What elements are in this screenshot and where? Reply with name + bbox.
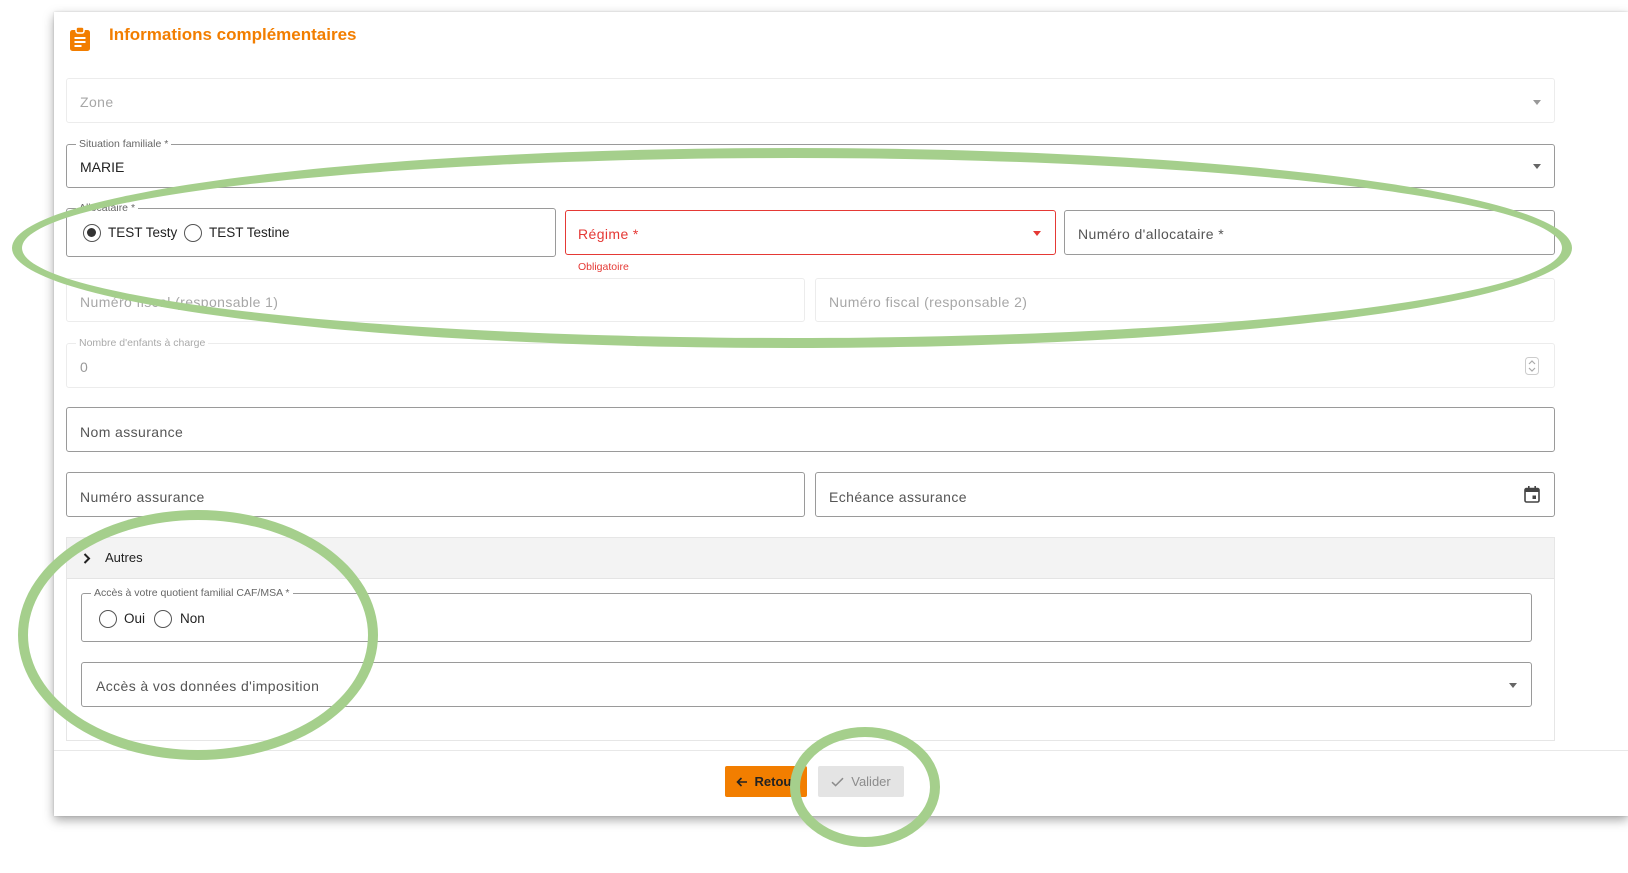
radio-label-non: Non: [180, 611, 205, 626]
numero-assurance-input[interactable]: Numéro assurance: [66, 472, 805, 517]
zone-label: Zone: [80, 94, 114, 110]
radio-label-test-testine: TEST Testine: [209, 225, 290, 240]
situation-familiale-label: Situation familiale *: [76, 137, 172, 151]
numero-allocataire-input[interactable]: Numéro d'allocataire *: [1064, 210, 1555, 255]
radio-oui[interactable]: [99, 610, 117, 628]
retour-label: Retour: [754, 774, 797, 789]
echeance-assurance-label: Echéance assurance: [829, 489, 967, 505]
footer-divider: [54, 750, 1628, 751]
section-title: Informations complémentaires: [109, 25, 357, 44]
nom-assurance-label: Nom assurance: [80, 424, 184, 440]
nom-assurance-input[interactable]: Nom assurance: [66, 407, 1555, 452]
retour-button[interactable]: Retour: [725, 766, 807, 797]
radio-test-testine[interactable]: [184, 224, 202, 242]
radio-non[interactable]: [154, 610, 172, 628]
regime-select[interactable]: Régime *: [565, 210, 1056, 255]
radio-label-test-testy: TEST Testy: [108, 225, 178, 240]
allocataire-radio-group: Allocataire * TEST Testy TEST Testine: [66, 201, 556, 257]
chevron-down-icon: [1533, 164, 1541, 169]
nombre-enfants-input[interactable]: Nombre d'enfants à charge 0: [66, 336, 1555, 388]
numero-fiscal-2-label: Numéro fiscal (responsable 2): [829, 294, 1028, 310]
numero-allocataire-label: Numéro d'allocataire *: [1078, 226, 1225, 242]
donnees-imposition-label: Accès à vos données d'imposition: [96, 678, 320, 694]
numero-fiscal-2-input[interactable]: Numéro fiscal (responsable 2): [815, 278, 1555, 322]
quotient-familial-radio-group: Accès à votre quotient familial CAF/MSA …: [81, 586, 1532, 642]
check-icon: [831, 777, 844, 787]
nombre-enfants-label: Nombre d'enfants à charge: [76, 336, 209, 350]
chevron-down-icon: [1533, 100, 1541, 105]
echeance-assurance-input[interactable]: Echéance assurance: [815, 472, 1555, 517]
arrow-left-icon: [735, 776, 747, 787]
radio-test-testy[interactable]: [83, 224, 101, 242]
autres-title: Autres: [105, 550, 143, 565]
autres-panel: Autres Accès à votre quotient familial C…: [66, 537, 1555, 741]
numero-assurance-label: Numéro assurance: [80, 489, 205, 505]
valider-button[interactable]: Valider: [818, 766, 904, 797]
calendar-icon[interactable]: [1524, 486, 1540, 503]
regime-error-text: Obligatoire: [578, 261, 629, 273]
quotient-familial-label: Accès à votre quotient familial CAF/MSA …: [91, 586, 293, 600]
nombre-enfants-value: 0: [80, 359, 88, 375]
autres-panel-header[interactable]: Autres: [67, 538, 1554, 579]
situation-familiale-select[interactable]: Situation familiale * MARIE: [66, 137, 1555, 188]
valider-label: Valider: [851, 774, 891, 789]
chevron-right-icon: [83, 553, 91, 564]
numero-fiscal-1-label: Numéro fiscal (responsable 1): [80, 294, 279, 310]
stepper-icon[interactable]: [1525, 357, 1539, 375]
radio-label-oui: Oui: [124, 611, 146, 626]
chevron-down-icon: [1509, 683, 1517, 688]
chevron-down-icon: [1033, 231, 1041, 236]
situation-familiale-value: MARIE: [80, 159, 125, 175]
numero-fiscal-1-input[interactable]: Numéro fiscal (responsable 1): [66, 278, 805, 322]
clipboard-icon: [70, 26, 90, 51]
regime-label: Régime *: [578, 226, 639, 242]
zone-select[interactable]: Zone: [66, 78, 1555, 123]
allocataire-label: Allocataire *: [76, 201, 139, 215]
donnees-imposition-select[interactable]: Accès à vos données d'imposition: [81, 662, 1532, 707]
